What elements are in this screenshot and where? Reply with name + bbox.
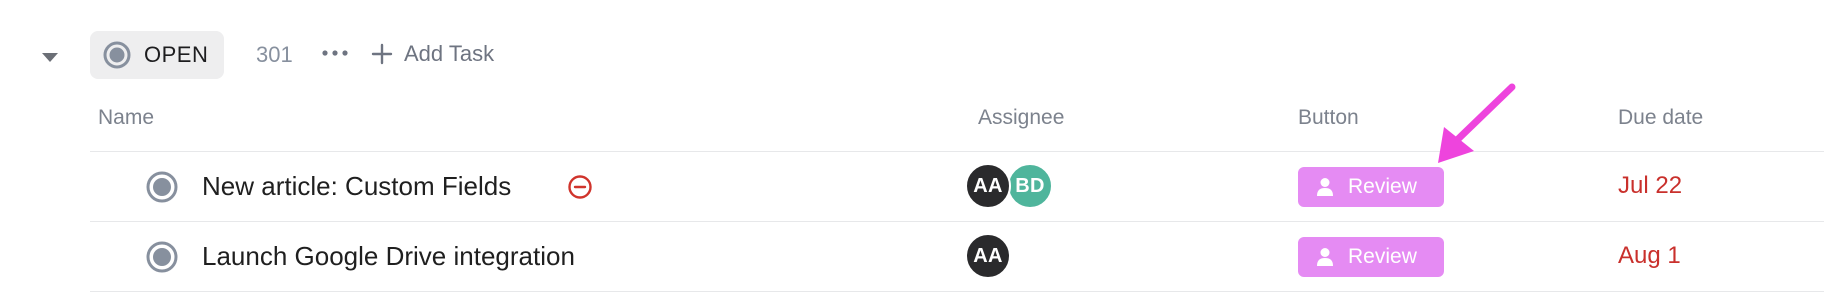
group-more-button[interactable] <box>320 38 350 68</box>
review-button[interactable]: Review <box>1298 237 1444 277</box>
review-button-label: Review <box>1348 175 1417 198</box>
add-task-label: Add Task <box>404 41 495 66</box>
task-name[interactable]: Launch Google Drive integration <box>202 241 575 272</box>
assignee-avatar-bd[interactable]: BD <box>1007 163 1053 209</box>
avatar-initials: AA <box>973 244 1003 267</box>
plus-icon <box>371 43 393 65</box>
add-task-button[interactable]: Add Task <box>370 38 494 70</box>
user-icon <box>1317 248 1333 266</box>
task-name[interactable]: New article: Custom Fields <box>202 171 511 202</box>
row-divider <box>90 151 1824 152</box>
review-button-label: Review <box>1348 245 1417 268</box>
annotation-arrow-icon <box>1438 83 1516 163</box>
user-icon <box>1317 178 1333 196</box>
task-status-button[interactable] <box>145 240 179 274</box>
avatar-initials: AA <box>973 174 1003 197</box>
collapse-group-toggle[interactable] <box>38 45 62 69</box>
ellipsis-icon <box>322 50 348 56</box>
status-circle-icon <box>146 171 178 203</box>
column-header-button[interactable]: Button <box>1298 106 1359 130</box>
group-status-pill[interactable]: OPEN <box>90 31 224 79</box>
assignee-avatar-aa[interactable]: AA <box>965 233 1011 279</box>
row-divider <box>90 221 1824 222</box>
caret-down-icon <box>42 53 58 62</box>
avatar-initials: BD <box>1015 174 1045 197</box>
task-count: 301 <box>256 42 293 67</box>
column-header-assignee[interactable]: Assignee <box>978 106 1064 130</box>
row-divider <box>90 291 1824 292</box>
due-date[interactable]: Aug 1 <box>1618 242 1681 270</box>
group-status-label: OPEN <box>144 42 209 67</box>
due-date[interactable]: Jul 22 <box>1618 172 1682 200</box>
blocked-icon[interactable] <box>567 174 593 200</box>
column-header-due-date[interactable]: Due date <box>1618 106 1703 130</box>
status-circle-icon <box>146 241 178 273</box>
status-circle-icon <box>103 41 131 69</box>
assignee-avatar-aa[interactable]: AA <box>965 163 1011 209</box>
column-header-name[interactable]: Name <box>98 106 154 130</box>
task-status-button[interactable] <box>145 170 179 204</box>
